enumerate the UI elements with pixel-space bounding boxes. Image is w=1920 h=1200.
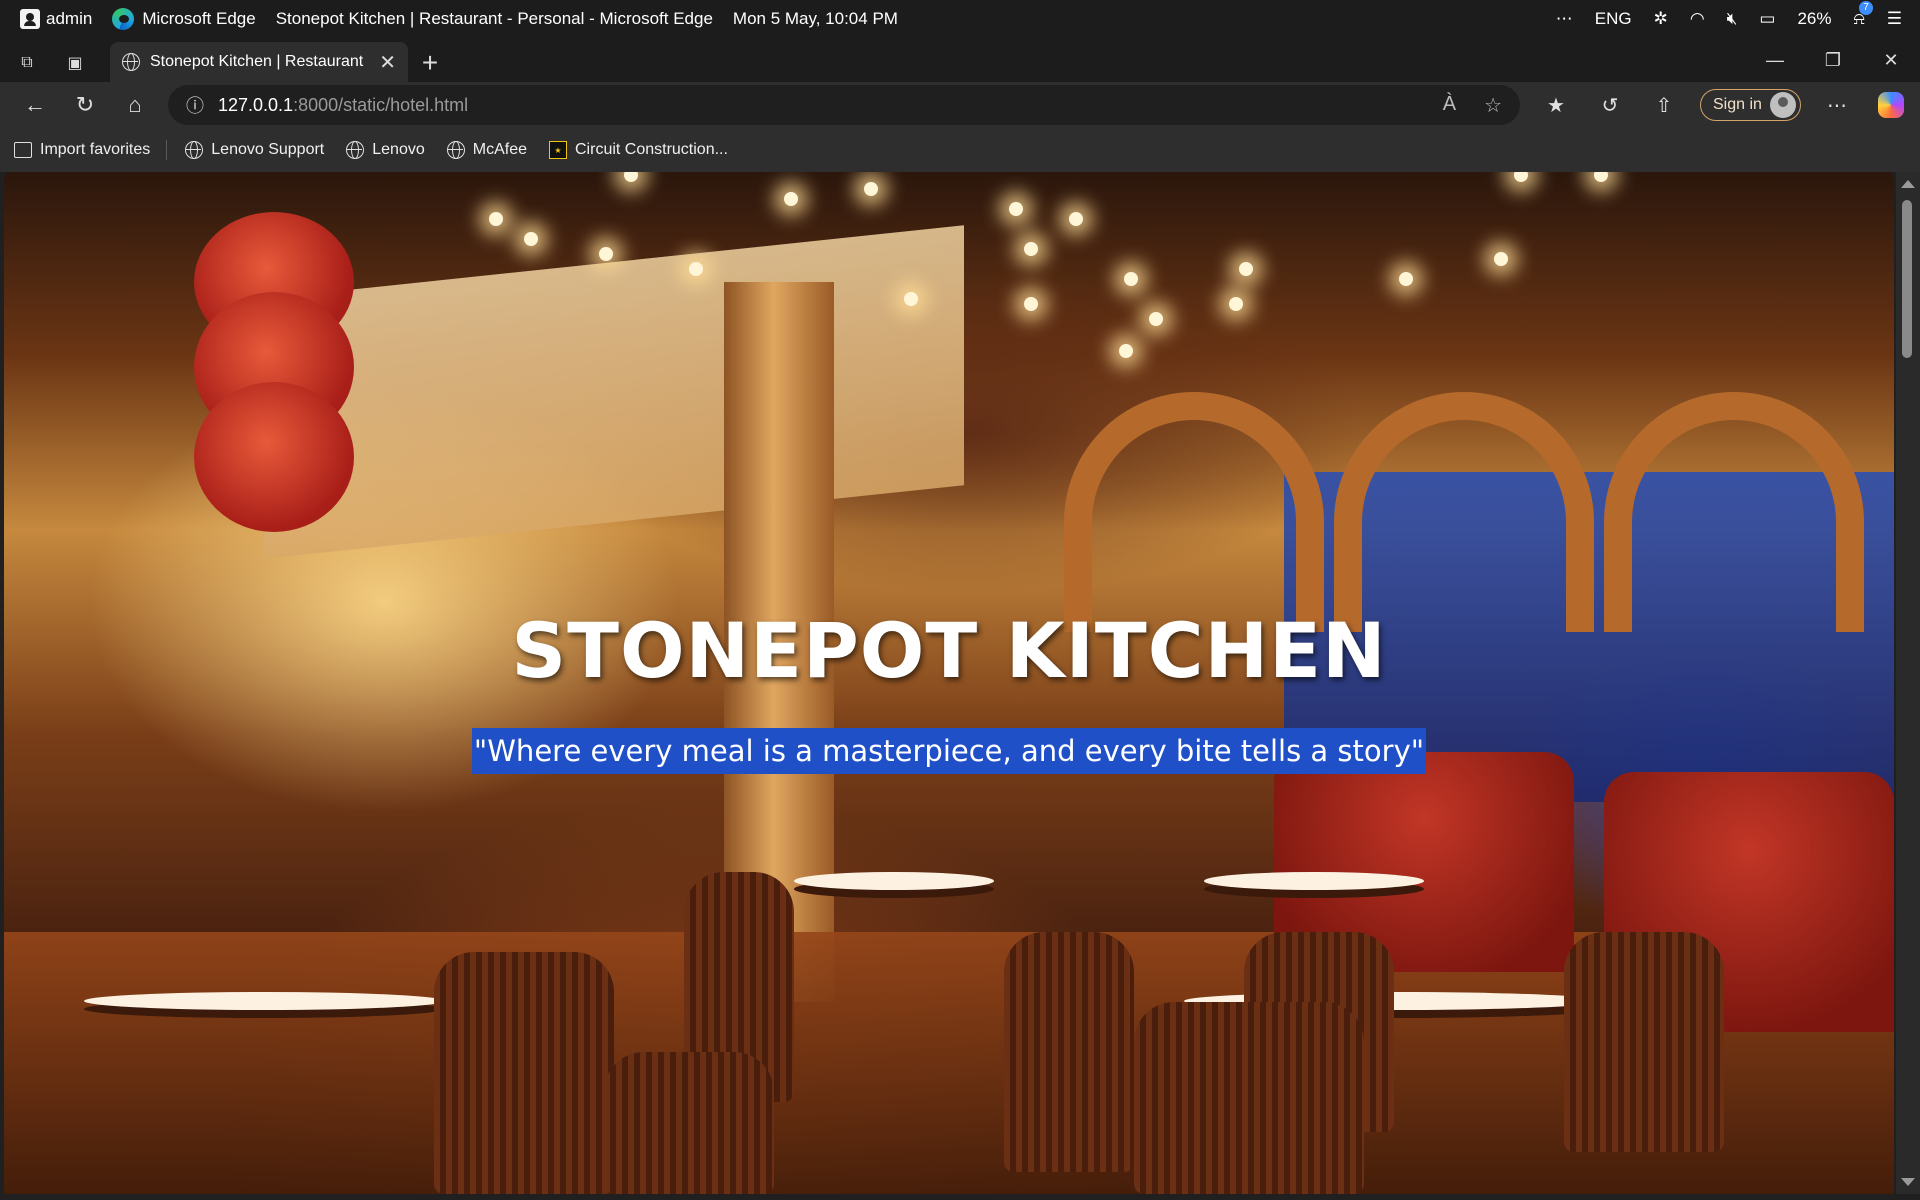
tab-stonepot-kitchen[interactable]: Stonepot Kitchen | Restaurant ✕ [110,42,408,82]
favorite-label: Import favorites [40,141,151,158]
back-icon[interactable]: ← [10,85,60,125]
favorite-lenovo-support[interactable]: Lenovo Support [185,141,324,159]
sign-in-label: Sign in [1713,96,1762,113]
favorite-label: Circuit Construction... [575,141,728,158]
refresh-icon[interactable]: ↻ [60,85,110,125]
edge-logo-icon [112,8,135,30]
scroll-up-arrow-icon[interactable] [1901,180,1915,188]
copilot-icon[interactable] [1873,87,1909,123]
site-info-icon[interactable]: ⓘ [186,92,204,118]
user-icon [20,9,40,29]
tab-strip: ⧉ ▣ Stonepot Kitchen | Restaurant ✕ + — … [0,38,1920,82]
os-datetime: Mon 5 May, 10:04 PM [732,9,898,28]
favorite-label: McAfee [472,141,527,158]
read-aloud-icon[interactable]: À [1443,93,1456,118]
address-bar[interactable]: ⓘ 127.0.0.1:8000/static/hotel.html À ☆ [168,85,1520,125]
os-window-title: Stonepot Kitchen | Restaurant - Personal… [275,9,713,28]
favorites-divider [166,140,168,160]
hero-tagline: "Where every meal is a masterpiece, and … [471,728,1427,774]
tab-title: Stonepot Kitchen | Restaurant [150,53,364,70]
quick-settings-icon[interactable]: ☰ [1887,9,1902,29]
wifi-icon[interactable]: ◠ [1690,9,1705,29]
os-overflow-icon[interactable]: ⋯ [1556,9,1573,29]
favorite-mcafee[interactable]: McAfee [446,141,527,159]
volume-muted-icon[interactable]: 🔇︎ [1727,9,1738,29]
favorite-circuit-construction[interactable]: ★ Circuit Construction... [549,141,728,159]
address-host: 127.0.0.1 [218,94,294,115]
page-scrollbar[interactable] [1896,172,1920,1194]
globe-icon [346,141,365,159]
home-icon[interactable]: ⌂ [110,85,160,125]
favorites-icon[interactable]: ★ [1538,87,1574,123]
os-username: admin [46,9,93,28]
close-window-icon[interactable]: ✕ [1862,41,1920,79]
favorite-label: Lenovo [372,141,425,158]
address-path: :8000/static/hotel.html [293,94,469,115]
notification-bell-icon[interactable]: ⍾ 7 [1853,1,1873,29]
restore-icon[interactable]: ❐ [1804,41,1862,79]
favorite-lenovo[interactable]: Lenovo [346,141,425,159]
favorite-import[interactable]: Import favorites [14,141,150,159]
os-title-bar: admin Microsoft Edge Stonepot Kitchen | … [0,0,1920,38]
workspaces-icon[interactable]: ⧉ [6,44,48,82]
hero-section: STONEPOT KITCHEN "Where every meal is a … [4,172,1894,1194]
favorite-label: Lenovo Support [211,141,325,158]
more-options-icon[interactable]: ⋯ [1819,87,1855,123]
navigation-toolbar: ← ↻ ⌂ ⓘ 127.0.0.1:8000/static/hotel.html… [0,82,1920,128]
scroll-thumb[interactable] [1902,200,1912,358]
tab-globe-icon [122,53,140,71]
new-tab-button[interactable]: + [408,44,452,82]
minimize-icon[interactable]: — [1746,41,1804,79]
os-app-name: Microsoft Edge [142,9,256,28]
globe-icon [185,141,204,159]
language-indicator[interactable]: ENG [1595,9,1632,29]
window-bottom-edge [0,1194,1920,1200]
avatar-icon [1769,92,1796,118]
battery-percent: 26% [1797,9,1832,28]
favorites-bar: Import favorites Lenovo Support Lenovo M… [0,128,1920,172]
tab-actions-icon[interactable]: ▣ [54,44,96,82]
import-icon [14,142,32,158]
scroll-down-arrow-icon[interactable] [1901,1178,1915,1186]
favorite-star-icon[interactable]: ☆ [1484,93,1502,118]
history-icon[interactable]: ↺ [1592,87,1628,123]
phet-icon: ★ [549,141,567,159]
sign-in-button[interactable]: Sign in [1700,89,1801,121]
bluetooth-icon[interactable]: ✲ [1654,9,1668,29]
globe-icon [446,141,465,159]
notification-count: 7 [1859,1,1873,15]
page-viewport: STONEPOT KITCHEN "Where every meal is a … [4,172,1894,1194]
tab-close-icon[interactable]: ✕ [379,50,396,75]
battery-icon[interactable]: ▭ [1759,9,1775,29]
share-icon[interactable]: ⇧ [1646,87,1682,123]
hero-title: STONEPOT KITCHEN [511,606,1387,695]
